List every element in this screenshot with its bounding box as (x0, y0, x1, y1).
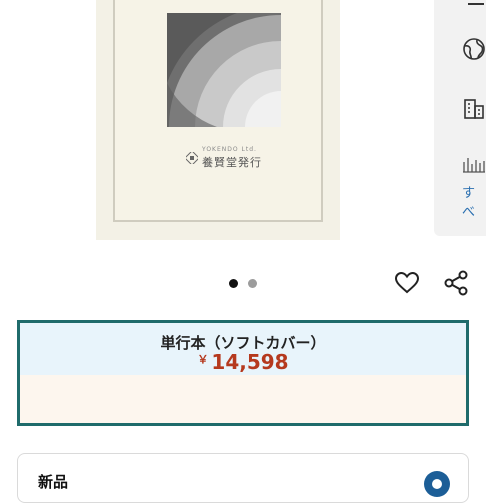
city-icon[interactable] (462, 152, 486, 176)
publisher-japanese: 養賢堂発行 (202, 156, 262, 169)
publisher-english: YOKENDO Ltd. (202, 146, 257, 153)
condition-label: 新品 (38, 473, 69, 491)
currency-symbol: ￥ (197, 353, 209, 366)
radio-selected-icon[interactable] (424, 471, 450, 497)
price-value: 14,598 (211, 350, 289, 374)
offer-new-card[interactable]: 新品 (17, 453, 469, 503)
globe-icon[interactable] (462, 37, 486, 61)
carousel-dot-active[interactable] (229, 279, 238, 288)
publisher-mark: YOKENDO Ltd. 養賢堂発行 (186, 146, 276, 170)
see-all-link[interactable]: すべ (462, 182, 486, 220)
share-icon[interactable] (442, 269, 470, 297)
heart-icon[interactable] (394, 270, 420, 296)
format-price: ￥ 14,598 (20, 350, 466, 374)
carousel-dot[interactable] (248, 279, 257, 288)
format-option-selected[interactable]: 単行本（ソフトカバー） ￥ 14,598 (17, 320, 469, 426)
building-icon[interactable] (462, 96, 486, 120)
cover-graphic (167, 13, 281, 127)
list-icon[interactable] (462, 0, 486, 18)
